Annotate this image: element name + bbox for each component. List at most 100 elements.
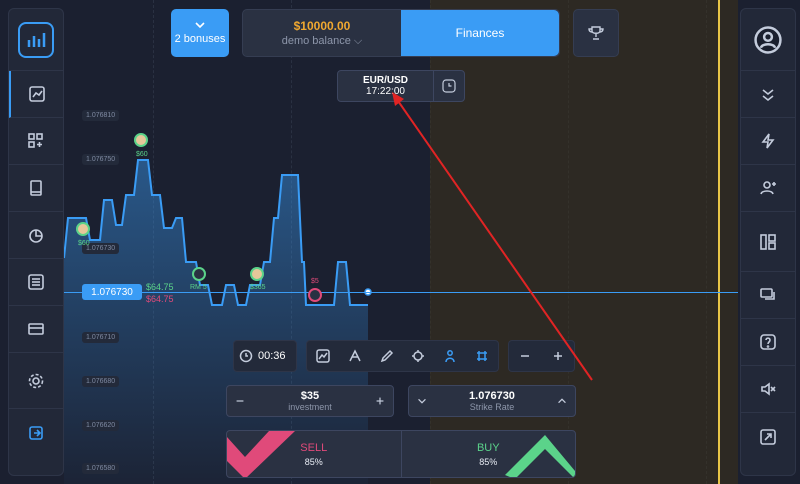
- trader-avatar[interactable]: [134, 133, 148, 147]
- pencil-icon: [380, 349, 393, 363]
- investment-increase[interactable]: [367, 386, 393, 416]
- chart-icon: [29, 86, 45, 102]
- question-icon: [760, 334, 776, 350]
- bonuses-button[interactable]: 2 bonuses: [171, 9, 229, 57]
- sidebar-payments[interactable]: [9, 306, 63, 353]
- trader-label: $365: [250, 284, 266, 291]
- strike-decrease[interactable]: [409, 386, 435, 416]
- collapse-panel[interactable]: [741, 71, 795, 118]
- balance-selector[interactable]: $10000.00 demo balance ⌵: [243, 10, 401, 56]
- timer-value: 00:36: [258, 350, 286, 362]
- layout-icon: [760, 233, 776, 250]
- right-sidebar: [740, 8, 796, 476]
- draw-button[interactable]: [371, 341, 403, 371]
- strike-increase[interactable]: [549, 386, 575, 416]
- investment-decrease[interactable]: [227, 386, 253, 416]
- sidebar-settings[interactable]: [9, 353, 63, 409]
- drawing-toolbar: [306, 340, 499, 372]
- finances-button[interactable]: Finances: [401, 10, 559, 56]
- zoom-in-button[interactable]: [542, 341, 575, 371]
- minus-icon: [521, 355, 530, 357]
- trader-label: $60: [78, 240, 90, 247]
- zoom-out-button[interactable]: [509, 341, 542, 371]
- sidebar-dashboard[interactable]: [9, 118, 63, 165]
- price-tick: 1.076750: [82, 154, 120, 165]
- chart-type-button[interactable]: [307, 341, 339, 371]
- sell-button[interactable]: SELL 85%: [227, 431, 402, 477]
- minus-icon: [236, 400, 244, 402]
- balance-amount: $10000.00: [293, 18, 351, 33]
- buy-button[interactable]: BUY 85%: [402, 431, 575, 477]
- strike-value: 1.076730: [469, 390, 515, 402]
- gear-icon: [28, 373, 44, 388]
- bonuses-label: 2 bonuses: [174, 33, 226, 45]
- trader-label: RM 5: [190, 284, 207, 291]
- timer-control[interactable]: 00:36: [233, 340, 297, 372]
- plus-icon: [553, 352, 562, 360]
- list-icon: [28, 274, 44, 290]
- crosshair-button[interactable]: [402, 341, 434, 371]
- trader-avatar[interactable]: [76, 222, 90, 236]
- sidebar-tutorials[interactable]: [9, 165, 63, 212]
- time-frame-button[interactable]: [434, 71, 464, 101]
- trade-panel: SELL 85% BUY 85%: [226, 430, 576, 478]
- trophy-icon: [588, 26, 604, 40]
- strike-label: Strike Rate: [469, 402, 515, 412]
- asset-selector[interactable]: EUR/USD 17:22:00: [337, 70, 465, 102]
- price-tick: 1.076620: [82, 420, 120, 431]
- sidebar-analytics[interactable]: [9, 212, 63, 259]
- trader-avatar[interactable]: [192, 267, 206, 281]
- grid-plus-icon: [28, 133, 43, 148]
- asset-name: EUR/USD: [362, 75, 408, 86]
- price-tick: 1.076580: [82, 463, 120, 474]
- help-button[interactable]: [741, 319, 795, 366]
- trader-avatar[interactable]: [250, 267, 264, 281]
- balance-label: demo balance: [281, 34, 351, 47]
- investment-value: $35: [300, 390, 320, 402]
- plus-icon: [376, 397, 384, 405]
- sell-percent: 85%: [304, 456, 323, 467]
- chat-button[interactable]: [741, 272, 795, 319]
- buy-percent: 85%: [479, 456, 498, 467]
- indicators-button[interactable]: [339, 341, 371, 371]
- trader-avatar[interactable]: [308, 288, 322, 302]
- crosshair-icon: [412, 350, 425, 362]
- sidebar-logout[interactable]: [9, 409, 63, 456]
- logo-icon: [18, 21, 54, 58]
- fullscreen-button[interactable]: [741, 413, 795, 460]
- sell-check-icon: [227, 431, 295, 477]
- add-user-button[interactable]: [741, 165, 795, 212]
- chevron-down-icon: [195, 22, 205, 29]
- sidebar-history[interactable]: [9, 259, 63, 306]
- timer-icon-wrap: [234, 341, 258, 371]
- indicators-icon: [349, 349, 361, 362]
- buy-arrow-icon: [505, 435, 575, 477]
- exit-icon: [29, 425, 43, 440]
- trophy-button[interactable]: [573, 9, 619, 57]
- investment-field[interactable]: $35 investment: [226, 385, 394, 417]
- lightning-icon: [761, 133, 775, 149]
- chat-icon: [760, 288, 775, 300]
- trader-label: $5: [311, 278, 319, 285]
- asset-time: 17:22:00: [366, 86, 405, 97]
- grid-button[interactable]: [466, 341, 498, 371]
- speaker-mute-icon: [761, 382, 776, 396]
- book-icon: [30, 180, 42, 196]
- price-tick: 1.076810: [82, 110, 120, 121]
- pie-chart-icon: [29, 229, 43, 243]
- social-trading-button[interactable]: [434, 341, 466, 371]
- layout-button[interactable]: [741, 212, 795, 272]
- loss-value: $64.75: [146, 294, 174, 304]
- strike-rate-field[interactable]: 1.076730 Strike Rate: [408, 385, 576, 417]
- user-plus-icon: [760, 181, 776, 195]
- signals-button[interactable]: [741, 118, 795, 165]
- clock-icon: [442, 79, 456, 93]
- price-tick: 1.076710: [82, 332, 120, 343]
- sidebar-trading[interactable]: [9, 71, 63, 118]
- mute-button[interactable]: [741, 366, 795, 413]
- chevron-down-icon: [418, 398, 426, 404]
- profile-avatar[interactable]: [741, 9, 795, 71]
- chevron-up-icon: [558, 398, 566, 404]
- user-avatar-icon: [754, 25, 782, 54]
- brand-logo[interactable]: [9, 9, 63, 71]
